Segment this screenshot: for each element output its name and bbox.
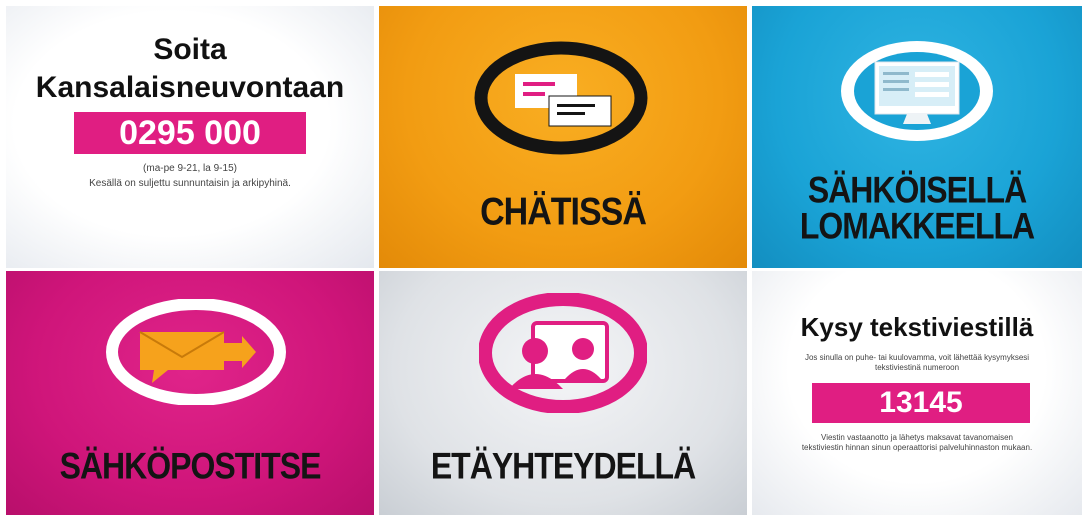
sms-tile[interactable]: Kysy tekstiviestillä Jos sinulla on puhe… (752, 271, 1082, 515)
phone-heading-line2: Kansalaisneuvontaan (35, 71, 345, 104)
email-tile[interactable]: SÄHKÖPOSTITSE (6, 271, 374, 515)
sms-footnote: Viestin vastaanotto ja lähetys maksavat … (801, 433, 1033, 452)
sms-number[interactable]: 13145 (812, 383, 1030, 423)
chat-bubbles-icon (474, 41, 648, 155)
computer-monitor-icon (841, 41, 993, 141)
remote-label: ETÄYHTEYDELLÄ (430, 445, 696, 487)
form-tile[interactable]: SÄHKÖISELLÄ LOMAKKEELLA (752, 6, 1082, 268)
phone-tile[interactable]: Soita Kansalaisneuvontaan 0295 000 (ma-p… (6, 6, 374, 268)
phone-hours: (ma-pe 9-21, la 9-15) (143, 163, 237, 174)
chat-tile[interactable]: CHÄTISSÄ (379, 6, 747, 268)
phone-note: Kesällä on suljettu sunnuntaisin ja arki… (89, 178, 291, 189)
video-call-icon (479, 293, 647, 413)
sms-intro: Jos sinulla on puhe- tai kuulovamma, voi… (804, 353, 1030, 372)
sms-heading: Kysy tekstiviestillä (800, 312, 1034, 342)
remote-tile[interactable]: ETÄYHTEYDELLÄ (379, 271, 747, 515)
phone-heading-line1: Soita (153, 33, 227, 66)
form-label-line2: LOMAKKEELLA (799, 205, 1035, 247)
envelope-icon (106, 299, 286, 405)
chat-label: CHÄTISSÄ (480, 190, 647, 234)
phone-number[interactable]: 0295 000 (74, 112, 306, 154)
contact-channels-grid: Soita Kansalaisneuvontaan 0295 000 (ma-p… (0, 0, 1086, 520)
email-label: SÄHKÖPOSTITSE (59, 445, 322, 487)
